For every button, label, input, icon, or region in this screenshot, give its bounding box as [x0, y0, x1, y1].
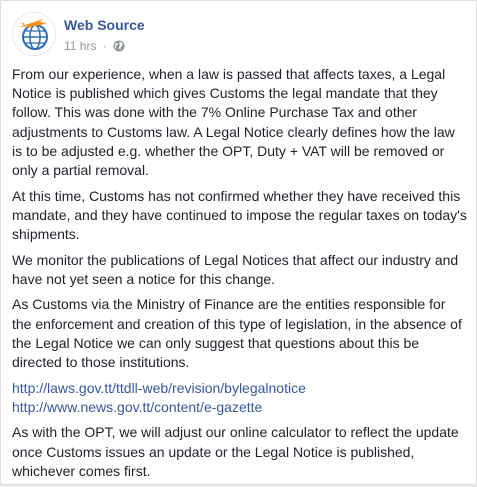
post-paragraph: As Customs via the Ministry of Finance a… [12, 296, 462, 371]
post-paragraph-closing: As with the OPT, we will adjust our onli… [12, 424, 459, 479]
post-timestamp[interactable]: 11 hrs [64, 38, 96, 54]
legal-notice-link[interactable]: http://laws.gov.tt/ttdll-web/revision/by… [12, 379, 467, 398]
globe-icon[interactable] [113, 40, 125, 52]
meta-separator: · [102, 38, 107, 53]
post-meta: 11 hrs · [64, 37, 125, 53]
post-body: From our experience, when a law is passe… [12, 65, 467, 487]
post-card: Web Source 11 hrs · From our experience,… [0, 0, 477, 485]
page-name-link[interactable]: Web Source [64, 16, 145, 34]
post-paragraph: We monitor the publications of Legal Not… [12, 251, 459, 287]
post-links: http://laws.gov.tt/ttdll-web/revision/by… [12, 379, 467, 417]
web-source-logo-icon [19, 19, 48, 50]
e-gazette-link[interactable]: http://www.news.gov.tt/content/e-gazette [12, 398, 467, 417]
page-avatar[interactable] [12, 12, 56, 56]
post-header: Web Source 11 hrs · [12, 12, 452, 56]
post-paragraph: From our experience, when a law is passe… [12, 66, 455, 179]
post-paragraph: At this time, Customs has not confirmed … [12, 187, 467, 243]
